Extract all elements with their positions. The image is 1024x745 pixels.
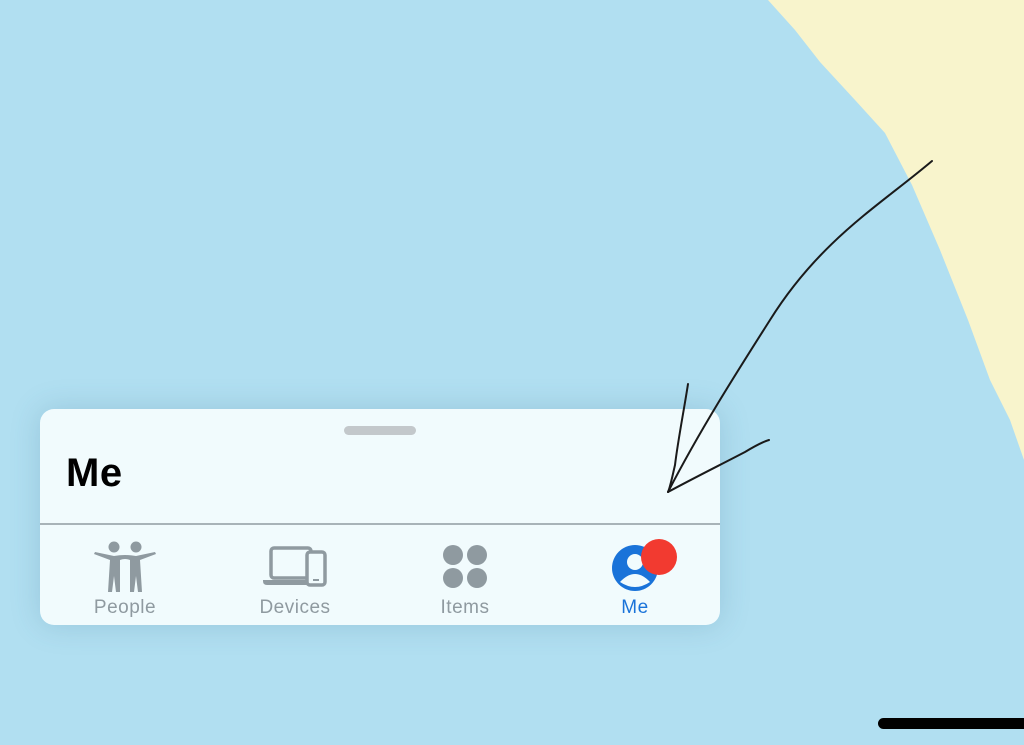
tab-me[interactable]: Me <box>550 525 720 625</box>
map-view[interactable] <box>0 0 1024 745</box>
people-icon <box>90 539 160 595</box>
tab-items[interactable]: Items <box>380 525 550 625</box>
sheet-title: Me <box>66 451 123 495</box>
me-sheet: Me People Devices Items Me <box>40 409 720 625</box>
tab-label-devices: Devices <box>259 597 331 618</box>
me-icon <box>600 539 677 595</box>
devices-icon <box>260 539 330 595</box>
find-my-screen: Me People Devices Items Me <box>0 0 1024 745</box>
tab-label-people: People <box>93 597 157 618</box>
tab-label-items: Items <box>440 597 490 618</box>
items-icon <box>430 539 500 595</box>
tab-bar: People Devices Items Me <box>40 525 720 625</box>
sheet-grabber[interactable] <box>344 426 416 435</box>
tab-devices[interactable]: Devices <box>210 525 380 625</box>
tab-label-me: Me <box>621 597 649 618</box>
notification-badge <box>641 539 677 575</box>
home-indicator[interactable] <box>878 718 1024 729</box>
tab-people[interactable]: People <box>40 525 210 625</box>
